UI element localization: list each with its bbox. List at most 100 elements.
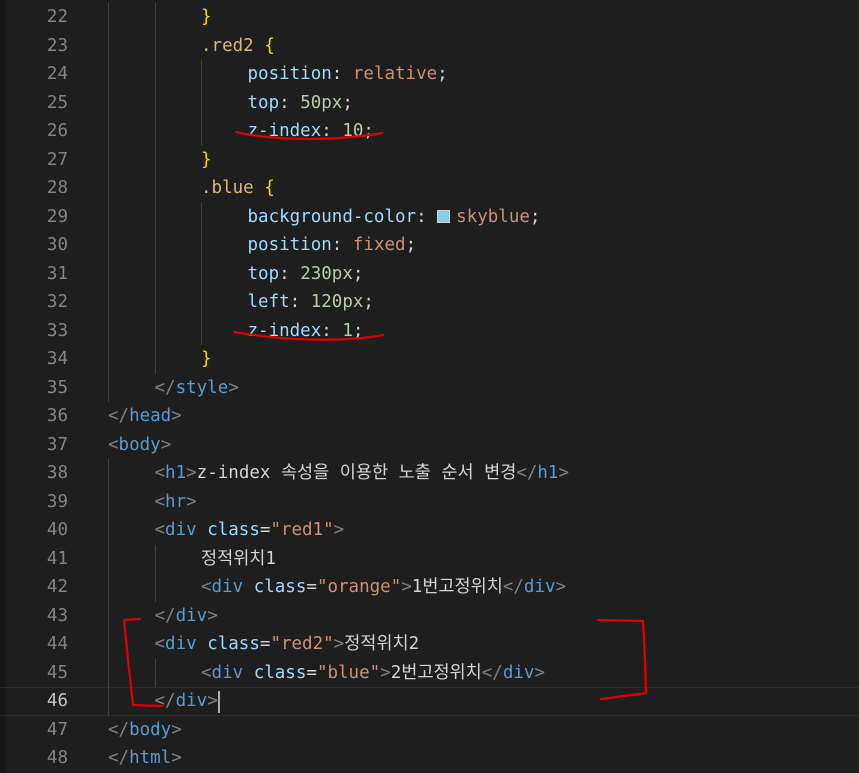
code-line[interactable]: 45 <div class="blue">2번고정위치</div> [0, 659, 859, 688]
code-token: ; [405, 235, 417, 255]
code-line[interactable]: 47 </body> [0, 716, 859, 745]
code-token: > [534, 662, 545, 683]
code-token: div [523, 577, 556, 597]
code-token: ; [363, 292, 374, 312]
code-line[interactable]: 25 top: 50px; [0, 89, 859, 118]
code-line[interactable]: 26 z-index: 10; [0, 117, 859, 146]
code-line[interactable]: 36 </head> [0, 402, 859, 431]
code-token: > [207, 605, 218, 626]
code-line[interactable]: 46 </div> [0, 687, 859, 716]
code-text: <div class="red2">정적위치2 [155, 630, 420, 659]
code-line[interactable]: 27} [0, 146, 859, 175]
code-line[interactable]: 42 <div class="orange">1번고정위치</div> [0, 573, 859, 602]
code-text: </div> [155, 688, 218, 715]
code-token: < [154, 463, 166, 483]
code-token: "orange" [316, 577, 402, 597]
code-token: > [186, 491, 197, 512]
code-token: z-index 속성을 이용한 노출 순서 변경 [196, 463, 517, 483]
code-text: top: 230px; [248, 260, 364, 289]
code-text: top: 50px; [248, 89, 353, 118]
line-number: 29 [46, 206, 68, 227]
code-line[interactable]: 22} [0, 3, 859, 32]
code-text: background-color: skyblue; [248, 203, 541, 232]
color-swatch-icon[interactable] [437, 209, 451, 223]
code-line[interactable]: 44 <div class="red2">정적위치2 [0, 630, 859, 659]
code-token: > [171, 719, 182, 740]
code-text: left: 120px; [248, 288, 374, 317]
line-number: 48 [46, 748, 68, 768]
code-editor[interactable]: 22} 23 .red2 {24 position: relative; 25 top: … [0, 0, 859, 773]
line-number: 24 [46, 64, 68, 84]
code-token: : [279, 92, 301, 113]
code-token: { [264, 35, 275, 56]
code-token: z-index [247, 320, 322, 341]
code-text: </html> [108, 744, 182, 773]
code-line[interactable]: 31 top: 230px; [0, 260, 859, 289]
line-number: 25 [46, 92, 68, 113]
code-text: } [201, 146, 212, 175]
code-text: <hr> [155, 488, 197, 517]
code-token: = [306, 577, 317, 597]
code-line[interactable]: 23 .red2 { [0, 32, 859, 61]
code-text: z-index: 1; [248, 317, 364, 346]
code-token: > [333, 634, 345, 654]
code-text: z-index: 10; [248, 117, 374, 146]
code-token: > [228, 377, 239, 398]
code-token: > [401, 577, 412, 597]
code-line[interactable]: 40 <div class="red1"> [0, 516, 859, 545]
code-token: 120px [310, 292, 364, 312]
code-line[interactable]: 35 </style> [0, 374, 859, 403]
code-text: </head> [108, 402, 182, 431]
code-token: div [175, 605, 208, 626]
code-line[interactable]: 30 position: fixed; [0, 231, 859, 260]
line-number: 40 [46, 520, 68, 540]
code-token: "blue" [316, 662, 381, 683]
code-token: = [259, 634, 271, 654]
code-text: <div class="blue">2번고정위치</div> [201, 659, 545, 688]
code-text: .blue { [201, 174, 275, 203]
code-token: 1번고정위치 [411, 577, 503, 597]
code-token: 정적위치1 [201, 548, 276, 569]
code-line[interactable]: 48 </html> [0, 744, 859, 773]
line-number: 23 [46, 35, 68, 56]
code-token: class [207, 634, 260, 654]
code-token: ; [363, 121, 374, 141]
code-token: </ [108, 719, 130, 740]
code-token: : [321, 121, 343, 141]
code-token: ; [529, 206, 541, 227]
code-line[interactable]: 37 <body> [0, 431, 859, 460]
code-token: "red2" [270, 634, 334, 654]
code-text: <div class="red1"> [155, 516, 345, 545]
code-token: < [154, 520, 166, 540]
code-token: > [207, 691, 218, 711]
line-number: 43 [46, 605, 68, 626]
code-token: > [171, 406, 182, 426]
code-token: </ [481, 662, 503, 683]
code-token: class [207, 520, 260, 540]
code-line[interactable]: 32 left: 120px; [0, 288, 859, 317]
code-token: > [380, 662, 391, 683]
line-number: 47 [46, 719, 68, 740]
code-text: } [201, 3, 212, 32]
code-token: background-color [247, 206, 417, 227]
code-token: class [253, 577, 307, 597]
code-token: ; [352, 320, 364, 341]
code-token: = [306, 662, 317, 683]
code-line[interactable]: 38 <h1>z-index 속성을 이용한 노출 순서 변경</h1> [0, 459, 859, 488]
code-line[interactable]: 41 정적위치1 [0, 545, 859, 574]
code-line[interactable]: 28 .blue { [0, 174, 859, 203]
line-number: 46 [46, 691, 68, 711]
code-line[interactable]: 24 position: relative; [0, 60, 859, 89]
code-token: > [160, 434, 172, 455]
code-token: body [129, 719, 172, 740]
indent-guide [201, 60, 202, 146]
code-line[interactable]: 29 background-color: skyblue; [0, 203, 859, 232]
code-token: </ [154, 605, 176, 626]
code-line[interactable]: 34} [0, 345, 859, 374]
code-token: .red2 [201, 35, 254, 56]
code-line[interactable]: 39 <hr> [0, 488, 859, 517]
code-line[interactable]: 43 </div> [0, 602, 859, 631]
code-line[interactable]: 33 z-index: 1; [0, 317, 859, 346]
